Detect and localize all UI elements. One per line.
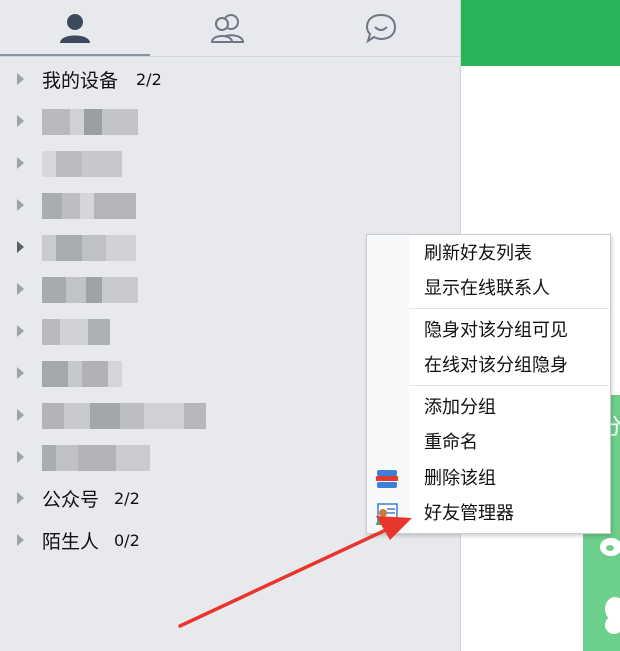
- group-label: 陌生人: [42, 530, 100, 553]
- qq-penguin-icon: [605, 597, 620, 634]
- context-menu: 刷新好友列表 显示在线联系人 隐身对该分组可见 在线对该分组隐身 添加分组 重命…: [366, 234, 611, 534]
- delete-group-icon: [376, 470, 398, 488]
- chat-bubble-icon: [365, 13, 397, 44]
- people-icon: [210, 14, 245, 43]
- expand-caret-icon[interactable]: [17, 325, 24, 337]
- menu-item-invisible-to-group[interactable]: 隐身对该分组可见: [424, 314, 568, 348]
- menu-item-delete-group[interactable]: 删除该组: [424, 462, 496, 496]
- menu-item-add-group[interactable]: 添加分组: [424, 391, 496, 425]
- expand-caret-icon[interactable]: [17, 367, 24, 379]
- groups-tab[interactable]: [153, 0, 303, 56]
- menu-item-online-invisible-to-group[interactable]: 在线对该分组隐身: [424, 349, 568, 383]
- expand-caret-icon[interactable]: [17, 73, 24, 85]
- group-blurred-2[interactable]: [0, 143, 460, 183]
- right-header-bar: [461, 0, 620, 66]
- panel-tabs: [0, 0, 460, 57]
- blurred-group-name: [42, 361, 122, 387]
- expand-caret-icon[interactable]: [17, 157, 24, 169]
- menu-item-friend-manager[interactable]: 好友管理器: [424, 497, 514, 531]
- expand-caret-icon[interactable]: [17, 409, 24, 421]
- group-my-devices[interactable]: 我的设备 2/2: [0, 59, 460, 99]
- menu-separator: [409, 308, 609, 309]
- chat-tab[interactable]: [306, 0, 456, 56]
- expand-caret-icon[interactable]: [17, 451, 24, 463]
- group-count: 2/2: [136, 69, 162, 89]
- blurred-group-name: [42, 403, 206, 429]
- expand-caret-icon[interactable]: [17, 283, 24, 295]
- blurred-group-name: [42, 319, 110, 345]
- expand-caret-icon[interactable]: [17, 199, 24, 211]
- group-count: 0/2: [114, 530, 140, 550]
- expand-caret-icon[interactable]: [17, 492, 24, 504]
- menu-item-show-online[interactable]: 显示在线联系人: [424, 272, 550, 306]
- expand-caret-icon[interactable]: [17, 534, 24, 546]
- blurred-group-name: [42, 109, 138, 135]
- group-blurred-3[interactable]: [0, 185, 460, 225]
- person-icon: [60, 14, 90, 43]
- tabs-divider: [0, 56, 460, 57]
- menu-item-rename[interactable]: 重命名: [424, 426, 478, 460]
- menu-separator: [409, 385, 609, 386]
- blurred-group-name: [42, 235, 136, 261]
- group-label: 我的设备: [42, 69, 119, 92]
- blurred-group-name: [42, 151, 122, 177]
- blurred-group-name: [42, 445, 150, 471]
- group-count: 2/2: [114, 488, 140, 508]
- expand-caret-icon[interactable]: [17, 241, 24, 253]
- weibo-icon: [600, 538, 620, 556]
- blurred-group-name: [42, 193, 136, 219]
- group-label: 公众号: [42, 488, 100, 511]
- menu-item-refresh-friends[interactable]: 刷新好友列表: [424, 237, 532, 271]
- blurred-group-name: [42, 277, 138, 303]
- friend-manager-icon: [376, 503, 398, 525]
- expand-caret-icon[interactable]: [17, 115, 24, 127]
- contacts-tab[interactable]: [0, 0, 150, 56]
- group-blurred-1[interactable]: [0, 101, 460, 141]
